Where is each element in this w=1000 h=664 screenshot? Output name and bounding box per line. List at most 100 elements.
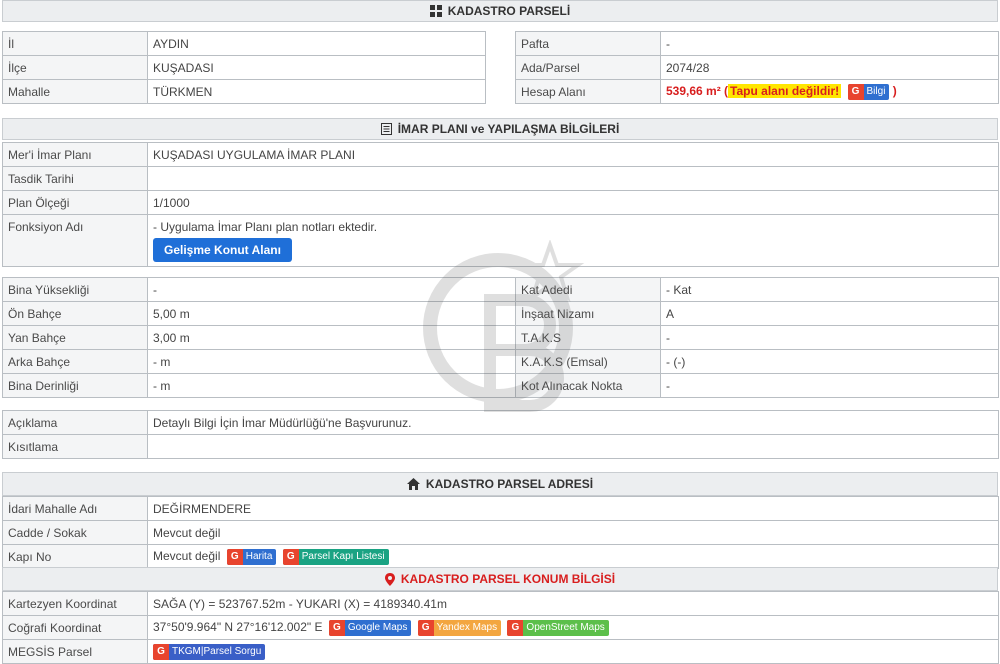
table-row: Mer'i İmar Planı KUŞADASI UYGULAMA İMAR P… <box>2 142 999 167</box>
fonksiyon-value: - Uygulama İmar Planı plan notları ekted… <box>147 214 999 267</box>
taks-value: - <box>660 325 999 350</box>
link-icon: G <box>226 548 243 565</box>
cografi-label: Coğrafi Koordinat <box>2 615 148 640</box>
table-row: Kapı No Mevcut değil G Harita G Parsel Kap… <box>2 544 999 569</box>
pafta-value: - <box>660 31 999 56</box>
gelisme-konut-button[interactable]: Gelişme Konut Alanı <box>153 238 292 262</box>
table-row: Pafta - <box>515 31 999 56</box>
yandex-maps-button[interactable]: G Yandex Maps <box>417 619 502 636</box>
parsel-kapi-listesi-label: Parsel Kapı Listesi <box>301 551 385 562</box>
mahalle-label: Mahalle <box>2 79 148 104</box>
kadastro-right-table: Pafta - Ada/Parsel 2074/28 Hesap Alanı 539… <box>515 31 999 104</box>
insaat-nizami-label: İnşaat Nizamı <box>515 301 661 326</box>
area-value: 539,66 m² <box>666 83 721 98</box>
on-bahce-value: 5,00 m <box>147 301 516 326</box>
grid-icon <box>429 5 442 17</box>
aciklama-table: Açıklama Detaylı Bilgi İçin İmar Müdürlüğ… <box>2 410 999 459</box>
plan-olcegi-value: 1/1000 <box>147 190 999 215</box>
bina-yuksekligi-value: - <box>147 277 516 302</box>
table-row: Açıklama Detaylı Bilgi İçin İmar Müdürlüğ… <box>2 410 999 435</box>
aciklama-label: Açıklama <box>2 410 148 435</box>
kaks-value: - (-) <box>660 349 999 374</box>
idari-mahalle-value: DEĞİRMENDERE <box>147 496 999 521</box>
imar-section-header: İMAR PLANI ve YAPILAŞMA BİLGİLERİ <box>2 118 998 140</box>
bilgi-label: Bilgi <box>866 86 886 97</box>
kadastro-title: KADASTRO PARSELİ <box>447 4 571 18</box>
openstreet-maps-button[interactable]: G OpenStreet Maps <box>507 619 609 636</box>
kat-adedi-label: Kat Adedi <box>515 277 661 302</box>
tapu-warning: Tapu alanı değildir! <box>728 83 842 98</box>
table-row: Bina Derinliği - m Kot Alınacak Nokta - <box>2 373 999 398</box>
link-icon: G <box>153 643 169 660</box>
arka-bahce-label: Arka Bahçe <box>2 349 148 374</box>
google-maps-button[interactable]: G Google Maps <box>328 619 412 636</box>
cografi-text: 37°50'9.964" N 27°16'12.002" E <box>153 619 323 634</box>
bina-yuksekligi-label: Bina Yüksekliği <box>2 277 148 302</box>
kapi-no-label: Kapı No <box>2 544 148 569</box>
tkgm-parsel-sorgu-button[interactable]: G TKGM|Parsel Sorgu <box>153 643 266 660</box>
arka-bahce-value: - m <box>147 349 516 374</box>
tasdik-label: Tasdik Tarihi <box>2 166 148 191</box>
table-row: MEGSİS Parsel G TKGM|Parsel Sorgu <box>2 639 999 664</box>
home-icon <box>406 478 420 490</box>
table-row: Mahalle TÜRKMEN <box>2 79 486 104</box>
harita-label: Harita <box>245 551 273 562</box>
table-row: Kartezyen Koordinat SAĞA (Y) = 523767.52m… <box>2 591 999 616</box>
kartezyen-label: Kartezyen Koordinat <box>2 591 148 616</box>
kadastro-left-table: İl AYDIN İlçe KUŞADASI Mahalle TÜRKMEN <box>2 31 486 104</box>
meri-imar-value: KUŞADASI UYGULAMA İMAR PLANI <box>147 142 999 167</box>
parsel-kapi-listesi-button[interactable]: G Parsel Kapı Listesi <box>282 548 389 565</box>
adres-section-header: KADASTRO PARSEL ADRESİ <box>2 472 998 496</box>
imar-plan-table: Mer'i İmar Planı KUŞADASI UYGULAMA İMAR P… <box>2 142 999 267</box>
table-row: Ön Bahçe 5,00 m İnşaat Nizamı A <box>2 301 999 326</box>
table-row: Cadde / Sokak Mevcut değil <box>2 520 999 545</box>
tkgm-parsel-sorgu-label: TKGM|Parsel Sorgu <box>172 646 262 657</box>
kaks-label: K.A.K.S (Emsal) <box>515 349 661 374</box>
document-icon <box>380 123 392 135</box>
bina-derinligi-value: - m <box>147 373 516 398</box>
il-label: İl <box>2 31 148 56</box>
kisitlama-label: Kısıtlama <box>2 434 148 459</box>
table-row: İdari Mahalle Adı DEĞİRMENDERE <box>2 496 999 521</box>
cadde-label: Cadde / Sokak <box>2 520 148 545</box>
kisitlama-value <box>147 434 999 459</box>
table-row: Yan Bahçe 3,00 m T.A.K.S - <box>2 325 999 350</box>
cografi-value: 37°50'9.964" N 27°16'12.002" E G Google M… <box>147 615 999 640</box>
bilgi-button[interactable]: G Bilgi <box>847 83 890 100</box>
imar-title: İMAR PLANI ve YAPILAŞMA BİLGİLERİ <box>397 122 620 136</box>
link-icon: G <box>417 619 434 636</box>
bina-derinligi-label: Bina Derinliği <box>2 373 148 398</box>
meri-imar-label: Mer'i İmar Planı <box>2 142 148 167</box>
taks-label: T.A.K.S <box>515 325 661 350</box>
table-row: İl AYDIN <box>2 31 486 56</box>
openstreet-maps-label: OpenStreet Maps <box>526 622 605 633</box>
table-row: Hesap Alanı 539,66 m² (Tapu alanı değild… <box>515 79 999 104</box>
kapi-no-value: Mevcut değil G Harita G Parsel Kapı Listes… <box>147 544 999 569</box>
table-row: Kısıtlama <box>2 434 999 459</box>
ada-parsel-value: 2074/28 <box>660 55 999 80</box>
kot-value: - <box>660 373 999 398</box>
plan-olcegi-label: Plan Ölçeği <box>2 190 148 215</box>
yapilasma-table: Bina Yüksekliği - Kat Adedi - Kat Ön Bahçe 5… <box>2 277 999 398</box>
konum-title: KADASTRO PARSEL KONUM BİLGİSİ <box>400 572 616 586</box>
hesap-alani-label: Hesap Alanı <box>515 79 661 104</box>
table-row: Coğrafi Koordinat 37°50'9.964" N 27°16'1… <box>2 615 999 640</box>
table-row: Ada/Parsel 2074/28 <box>515 55 999 80</box>
hesap-alani-value: 539,66 m² (Tapu alanı değildir! G Bilgi ) <box>660 79 999 104</box>
aciklama-value: Detaylı Bilgi İçin İmar Müdürlüğü'ne Baş… <box>147 410 999 435</box>
il-value: AYDIN <box>147 31 486 56</box>
table-row: Fonksiyon Adı - Uygulama İmar Planı plan… <box>2 214 999 267</box>
tasdik-value <box>147 166 999 191</box>
on-bahce-label: Ön Bahçe <box>2 301 148 326</box>
link-icon: G <box>328 619 345 636</box>
table-row: Bina Yüksekliği - Kat Adedi - Kat <box>2 277 999 302</box>
harita-button[interactable]: G Harita <box>226 548 277 565</box>
pafta-label: Pafta <box>515 31 661 56</box>
insaat-nizami-value: A <box>660 301 999 326</box>
kapi-no-text: Mevcut değil <box>153 548 221 563</box>
ilce-value: KUŞADASI <box>147 55 486 80</box>
paren-close: ) <box>892 83 897 98</box>
fonksiyon-note: - Uygulama İmar Planı plan notları ekted… <box>153 220 378 234</box>
kartezyen-value: SAĞA (Y) = 523767.52m - YUKARI (X) = 418… <box>147 591 999 616</box>
table-row: Arka Bahçe - m K.A.K.S (Emsal) - (-) <box>2 349 999 374</box>
